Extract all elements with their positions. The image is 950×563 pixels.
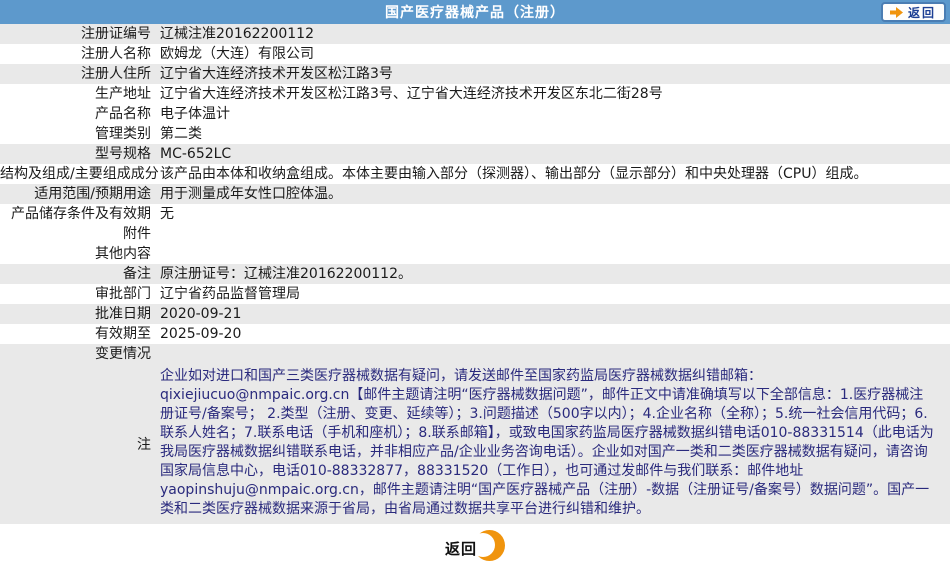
row-label: 变更情况 <box>95 346 151 362</box>
row-value: 用于测量成年女性口腔体温。 <box>160 186 342 202</box>
row-value: MC-652LC <box>160 146 232 162</box>
arrow-right-icon <box>889 6 903 18</box>
footer: 返回 <box>0 524 950 563</box>
note-row: 注 企业如对进口和国产三类医疗器械数据有疑问，请发送邮件至国家药监局医疗器械数据… <box>0 364 950 524</box>
row-label: 其他内容 <box>95 246 151 262</box>
table-row: 备注 原注册证号：辽械注准20162200112。 <box>0 264 950 284</box>
row-value: 第二类 <box>160 126 202 142</box>
page-title: 国产医疗器械产品（注册） <box>385 5 565 21</box>
return-circle-icon <box>471 529 505 561</box>
row-value: 原注册证号：辽械注准20162200112。 <box>160 266 412 282</box>
row-label: 结构及组成/主要组成成分 <box>0 166 159 182</box>
table-row: 批准日期 2020-09-21 <box>0 304 950 324</box>
return-button-label: 返回 <box>907 5 936 20</box>
row-value: 辽宁省大连经济技术开发区松江路3号 <box>160 66 393 82</box>
row-label: 生产地址 <box>95 86 151 102</box>
row-value: 辽械注准20162200112 <box>160 26 314 42</box>
row-label: 管理类别 <box>95 126 151 142</box>
return-button-top[interactable]: 返回 <box>880 2 946 22</box>
return-button-label: 返回 <box>445 539 478 558</box>
table-row: 有效期至 2025-09-20 <box>0 324 950 344</box>
table-row: 注册人住所 辽宁省大连经济技术开发区松江路3号 <box>0 64 950 84</box>
row-value: 辽宁省药品监督管理局 <box>160 286 300 302</box>
note-text: 企业如对进口和国产三类医疗器械数据有疑问，请发送邮件至国家药监局医疗器械数据纠错… <box>160 368 934 517</box>
table-row: 产品名称 电子体温计 <box>0 104 950 124</box>
table-row: 管理类别 第二类 <box>0 124 950 144</box>
table-row: 结构及组成/主要组成成分 该产品由本体和收纳盒组成。本体主要由输入部分（探测器）… <box>0 164 950 184</box>
table-row: 产品储存条件及有效期 无 <box>0 204 950 224</box>
row-label: 审批部门 <box>95 286 151 302</box>
page: 国产医疗器械产品（注册） 返回 注册证编号 辽械注准20162200112 注册… <box>0 0 950 563</box>
row-label: 型号规格 <box>95 146 151 162</box>
row-label: 注册人名称 <box>81 46 151 62</box>
row-label: 备注 <box>123 266 151 282</box>
table-row: 变更情况 <box>0 344 950 364</box>
row-label: 注册人住所 <box>81 66 151 82</box>
row-value <box>160 344 950 364</box>
row-value: 2020-09-21 <box>160 306 242 322</box>
row-label: 批准日期 <box>95 306 151 322</box>
row-label: 产品储存条件及有效期 <box>11 206 151 222</box>
row-value: 2025-09-20 <box>160 326 242 342</box>
table-row: 注册证编号 辽械注准20162200112 <box>0 24 950 44</box>
row-value: 欧姆龙（大连）有限公司 <box>160 46 314 62</box>
row-value: 该产品由本体和收纳盒组成。本体主要由输入部分（探测器）、输出部分（显示部分）和中… <box>160 166 868 182</box>
row-value: 无 <box>160 206 174 222</box>
header-bar: 国产医疗器械产品（注册） 返回 <box>0 0 950 24</box>
row-label: 适用范围/预期用途 <box>34 186 151 202</box>
table-row: 其他内容 <box>0 244 950 264</box>
table-row: 注册人名称 欧姆龙（大连）有限公司 <box>0 44 950 64</box>
detail-table: 注册证编号 辽械注准20162200112 注册人名称 欧姆龙（大连）有限公司 … <box>0 24 950 524</box>
row-value <box>160 224 950 244</box>
note-label: 注 <box>137 437 151 453</box>
table-row: 附件 <box>0 224 950 244</box>
row-value: 电子体温计 <box>160 106 230 122</box>
table-row: 型号规格 MC-652LC <box>0 144 950 164</box>
row-label: 有效期至 <box>95 326 151 342</box>
row-label: 附件 <box>123 226 151 242</box>
return-button-bottom[interactable]: 返回 <box>445 529 505 563</box>
row-label: 注册证编号 <box>81 26 151 42</box>
table-row: 适用范围/预期用途 用于测量成年女性口腔体温。 <box>0 184 950 204</box>
table-row: 审批部门 辽宁省药品监督管理局 <box>0 284 950 304</box>
row-value <box>160 244 950 264</box>
row-label: 产品名称 <box>95 106 151 122</box>
table-row: 生产地址 辽宁省大连经济技术开发区松江路3号、辽宁省大连经济技术开发区东北二街2… <box>0 84 950 104</box>
row-value: 辽宁省大连经济技术开发区松江路3号、辽宁省大连经济技术开发区东北二街28号 <box>160 86 663 102</box>
